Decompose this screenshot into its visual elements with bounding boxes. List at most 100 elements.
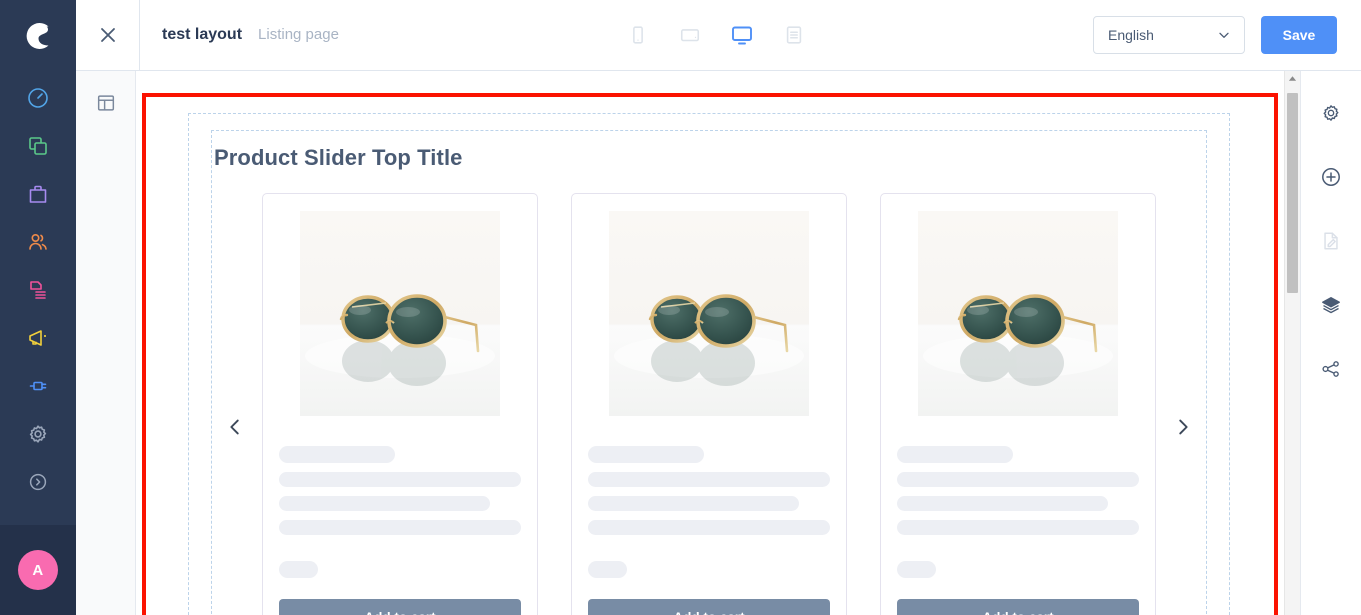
product-image [588, 208, 830, 416]
close-editor-button[interactable] [76, 0, 140, 70]
cms-block-outline[interactable]: Product Slider Top Title [188, 113, 1230, 615]
sunglasses-product-image [300, 210, 500, 416]
skeleton-bar [588, 520, 830, 535]
brand-logo[interactable] [0, 0, 76, 72]
tablet-icon [680, 29, 699, 42]
avatar[interactable]: A [18, 550, 58, 590]
mobile-icon [633, 26, 643, 44]
add-to-cart-button[interactable]: Add to cart [279, 599, 521, 615]
scrollbar-thumb[interactable] [1287, 93, 1298, 293]
layout-grid-icon [97, 95, 114, 111]
editor-topbar: test layout Listing page English Save [76, 0, 1361, 71]
list-view-icon [786, 26, 802, 44]
rail-button-edit-content [1311, 221, 1351, 261]
product-slider: Add to cart [212, 193, 1206, 615]
page-subtitle: Listing page [258, 26, 339, 43]
plug-icon [29, 381, 47, 391]
cms-layout-editor: A test layout Listing page English Save … [0, 0, 1361, 615]
product-description-placeholder [588, 463, 830, 535]
skeleton-bar [897, 496, 1108, 511]
sidebar-item-orders[interactable] [0, 170, 76, 218]
device-button-mobile[interactable] [621, 18, 655, 52]
chevron-right-circle-icon [29, 473, 47, 491]
sidebar-item-catalogues[interactable] [0, 122, 76, 170]
language-select-value: English [1108, 27, 1154, 43]
chevron-down-icon [1219, 32, 1229, 38]
sidebar-item-settings[interactable] [0, 410, 76, 458]
shopping-bag-icon [29, 185, 47, 203]
add-to-cart-button[interactable]: Add to cart [897, 599, 1139, 615]
product-price-placeholder [279, 561, 318, 578]
skeleton-bar [588, 472, 830, 487]
product-price-placeholder [588, 561, 627, 578]
sunglasses-product-image [918, 210, 1118, 416]
document-title-block: test layout Listing page [140, 26, 339, 44]
device-button-desktop[interactable] [725, 18, 759, 52]
product-description-placeholder [279, 463, 521, 535]
product-image [897, 208, 1139, 416]
skeleton-bar [279, 496, 490, 511]
selected-section-frame[interactable]: Product Slider Top Title [142, 93, 1278, 615]
sidebar-item-customers[interactable] [0, 218, 76, 266]
product-card[interactable]: Add to cart [880, 193, 1156, 615]
skeleton-bar [279, 446, 396, 463]
rail-button-share[interactable] [1311, 349, 1351, 389]
product-description-placeholder [897, 463, 1139, 535]
product-image [279, 208, 521, 416]
skeleton-bar [897, 472, 1139, 487]
cms-element-outline[interactable]: Product Slider Top Title [211, 130, 1207, 615]
skeleton-bar [279, 520, 521, 535]
main-navigation-rail: A [0, 0, 76, 615]
skeleton-bar [897, 520, 1139, 535]
device-preview-switch [339, 18, 1093, 52]
skeleton-bar [279, 472, 521, 487]
sidebar-item-dashboard[interactable] [0, 74, 76, 122]
product-card[interactable]: Add to cart [262, 193, 538, 615]
copy-layers-icon [29, 137, 47, 155]
save-button[interactable]: Save [1261, 16, 1337, 54]
language-select[interactable]: English [1093, 16, 1245, 54]
desktop-icon [732, 26, 752, 45]
device-button-tablet[interactable] [673, 18, 707, 52]
share-icon [1322, 361, 1339, 377]
sidebar-item-content[interactable] [0, 266, 76, 314]
scrollbar-up-arrow[interactable] [1285, 71, 1300, 85]
sidebar-item-collapse[interactable] [0, 458, 76, 506]
sidebar-item-extensions[interactable] [0, 362, 76, 410]
sidebar-item-marketing[interactable] [0, 314, 76, 362]
content-list-icon [30, 281, 46, 299]
skeleton-bar [897, 446, 1014, 463]
chevron-left-icon [230, 419, 239, 435]
megaphone-icon [29, 330, 46, 346]
topbar-actions: English Save [1093, 16, 1361, 54]
canvas-stage[interactable]: Product Slider Top Title [136, 71, 1284, 615]
plus-circle-icon [1322, 168, 1340, 186]
rail-button-add-section[interactable] [1311, 157, 1351, 197]
close-icon [100, 28, 115, 42]
tool-button-layout[interactable] [86, 83, 126, 123]
layers-icon [1322, 296, 1340, 314]
add-to-cart-button[interactable]: Add to cart [588, 599, 830, 615]
stage-wrapper: Product Slider Top Title [136, 71, 1300, 615]
skeleton-bar [588, 446, 705, 463]
product-name-placeholder [897, 446, 1139, 463]
gear-icon [1323, 105, 1339, 121]
product-card[interactable]: Add to cart [571, 193, 847, 615]
product-name-placeholder [588, 446, 830, 463]
editor-right-rail [1300, 71, 1361, 615]
device-button-list[interactable] [777, 18, 811, 52]
rail-button-section-settings[interactable] [1311, 93, 1351, 133]
main-column: test layout Listing page English Save Pr… [76, 0, 1361, 615]
editor-body: Product Slider Top Title [76, 71, 1361, 615]
rail-button-layers[interactable] [1311, 285, 1351, 325]
nav-item-list [0, 72, 76, 506]
shopware-logo-icon [26, 23, 49, 49]
slider-next-button[interactable] [1160, 193, 1206, 441]
product-card-list: Add to cart [258, 193, 1160, 615]
sunglasses-product-image [609, 210, 809, 416]
vertical-scrollbar[interactable] [1284, 71, 1300, 615]
slider-prev-button[interactable] [212, 193, 258, 441]
user-area: A [0, 525, 76, 615]
product-price-placeholder [897, 561, 936, 578]
product-slider-title: Product Slider Top Title [214, 145, 463, 170]
